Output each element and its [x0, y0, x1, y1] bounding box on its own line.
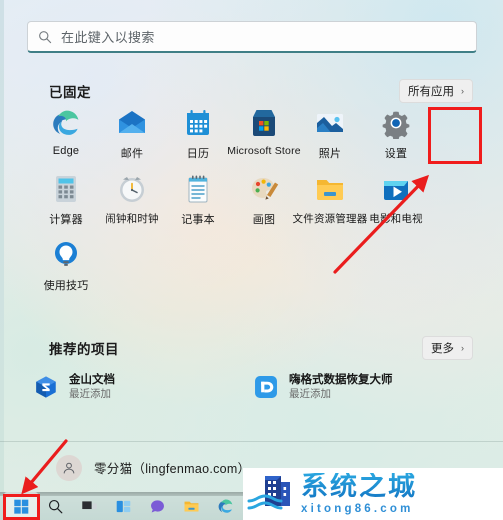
more-label: 更多: [431, 343, 454, 355]
pinned-app-label: 邮件: [120, 148, 144, 160]
pinned-apps-grid: Edge 邮件 日历 Microsoft Store 照片 设置 计算器 闹钟和…: [33, 104, 473, 302]
recommended-item-subtitle: 最近添加: [69, 387, 111, 400]
file-explorer-icon: [317, 180, 343, 200]
watermark-building-logo-icon: [247, 476, 290, 510]
pinned-app-label: 电影和电视: [369, 213, 423, 225]
calendar-icon: [187, 110, 209, 135]
pinned-app-movies-tv[interactable]: 电影和电视: [363, 170, 429, 236]
recommended-items-list: 金山文档 最近添加 嗨格式数据恢复大师 最近添加: [33, 368, 473, 406]
recommended-item-name: 金山文档: [69, 374, 115, 387]
watermark-chinese-text: 系统之城: [301, 471, 417, 501]
watermark: 系统之城 xitong86.com: [243, 468, 503, 520]
pinned-app-tips[interactable]: 使用技巧: [33, 236, 99, 302]
chevron-right-icon: ›: [461, 86, 464, 96]
chevron-right-icon: ›: [461, 343, 464, 353]
start-menu: 在此键入以搜索 已固定 所有应用 › Edge 邮件 日历 Microsoft …: [0, 0, 503, 492]
person-glyph-icon: [63, 462, 75, 473]
pinned-row-3: 使用技巧: [33, 236, 473, 302]
pinned-app-label: 照片: [318, 148, 342, 160]
recommended-item[interactable]: 金山文档 最近添加: [33, 368, 253, 406]
pinned-app-label: 画图: [252, 214, 276, 226]
pinned-app-settings[interactable]: 设置: [363, 104, 429, 170]
pinned-section-header: 已固定 所有应用 ›: [49, 79, 473, 103]
search-button[interactable]: [38, 492, 72, 520]
pinned-app-mail[interactable]: 邮件: [99, 104, 165, 170]
search-input[interactable]: 在此键入以搜索: [27, 21, 477, 53]
pinned-app-edge[interactable]: Edge: [33, 104, 99, 170]
pinned-app-clock[interactable]: 闹钟和时钟: [99, 170, 165, 236]
recommended-item-subtitle: 最近添加: [289, 387, 331, 400]
pinned-app-file-explorer[interactable]: 文件资源管理器: [293, 170, 367, 236]
pinned-app-photos[interactable]: 照片: [297, 104, 363, 170]
recommended-title: 推荐的项目: [49, 342, 119, 357]
wps-docs-icon: [36, 376, 56, 398]
pinned-app-notepad[interactable]: 记事本: [165, 170, 231, 236]
windows-logo-icon: [13, 499, 28, 514]
tips-lightbulb-icon: [55, 242, 77, 266]
pinned-app-label: 计算器: [49, 214, 83, 226]
pinned-app-label: Microsoft Store: [227, 145, 301, 157]
file-explorer-button[interactable]: [174, 492, 208, 520]
all-apps-button[interactable]: 所有应用 ›: [399, 79, 473, 103]
notepad-icon: [188, 175, 208, 203]
edge-button[interactable]: [208, 492, 242, 520]
recommended-section-header: 推荐的项目 更多 ›: [49, 336, 473, 360]
more-button[interactable]: 更多 ›: [422, 336, 473, 360]
paint-icon: [252, 178, 279, 200]
pinned-app-calendar[interactable]: 日历: [165, 104, 231, 170]
pinned-app-microsoft-store[interactable]: Microsoft Store: [227, 104, 301, 170]
pinned-app-label: 日历: [186, 148, 210, 160]
pinned-app-label: 使用技巧: [43, 280, 89, 292]
data-recovery-icon: [255, 376, 277, 398]
pinned-title: 已固定: [49, 85, 91, 100]
recommended-item[interactable]: 嗨格式数据恢复大师 最近添加: [253, 368, 473, 406]
widgets-icon: [116, 500, 130, 512]
pinned-app-label: 闹钟和时钟: [105, 213, 159, 225]
chat-button[interactable]: [140, 492, 174, 520]
pinned-app-calculator[interactable]: 计算器: [33, 170, 99, 236]
search-icon: [39, 30, 52, 43]
watermark-english-text: xitong86.com: [301, 503, 414, 515]
task-view-button[interactable]: [72, 492, 106, 520]
search-bar[interactable]: 在此键入以搜索: [27, 21, 477, 53]
calculator-icon: [56, 176, 76, 202]
search-icon: [48, 499, 62, 513]
user-avatar-icon[interactable]: [56, 454, 82, 481]
pinned-row-2: 计算器 闹钟和时钟 记事本 画图 文件资源管理器 电影和电视: [33, 170, 473, 236]
pinned-app-label: 设置: [384, 148, 408, 160]
widgets-button[interactable]: [106, 492, 140, 520]
settings-gear-icon: [382, 111, 410, 139]
edge-icon: [53, 110, 79, 135]
pinned-app-label: 记事本: [181, 214, 215, 226]
chat-icon: [150, 499, 164, 512]
pinned-row-1: Edge 邮件 日历 Microsoft Store 照片 设置: [33, 104, 473, 170]
mail-icon: [119, 111, 145, 133]
pinned-app-label: 文件资源管理器: [292, 213, 368, 225]
task-view-icon: [81, 500, 97, 509]
photos-icon: [317, 114, 343, 132]
edge-icon: [218, 499, 232, 513]
recommended-item-name: 嗨格式数据恢复大师: [289, 374, 393, 387]
pinned-app-paint[interactable]: 画图: [231, 170, 297, 236]
account-name: 零分猫（lingfenmao.com）: [94, 462, 251, 476]
clock-icon: [120, 177, 144, 202]
search-placeholder: 在此键入以搜索: [61, 30, 155, 45]
all-apps-label: 所有应用: [408, 86, 454, 98]
start-button[interactable]: [4, 492, 38, 520]
movies-tv-icon: [384, 181, 408, 200]
microsoft-store-icon: [253, 110, 275, 136]
folder-icon: [184, 501, 198, 511]
pinned-app-label: Edge: [52, 145, 80, 157]
